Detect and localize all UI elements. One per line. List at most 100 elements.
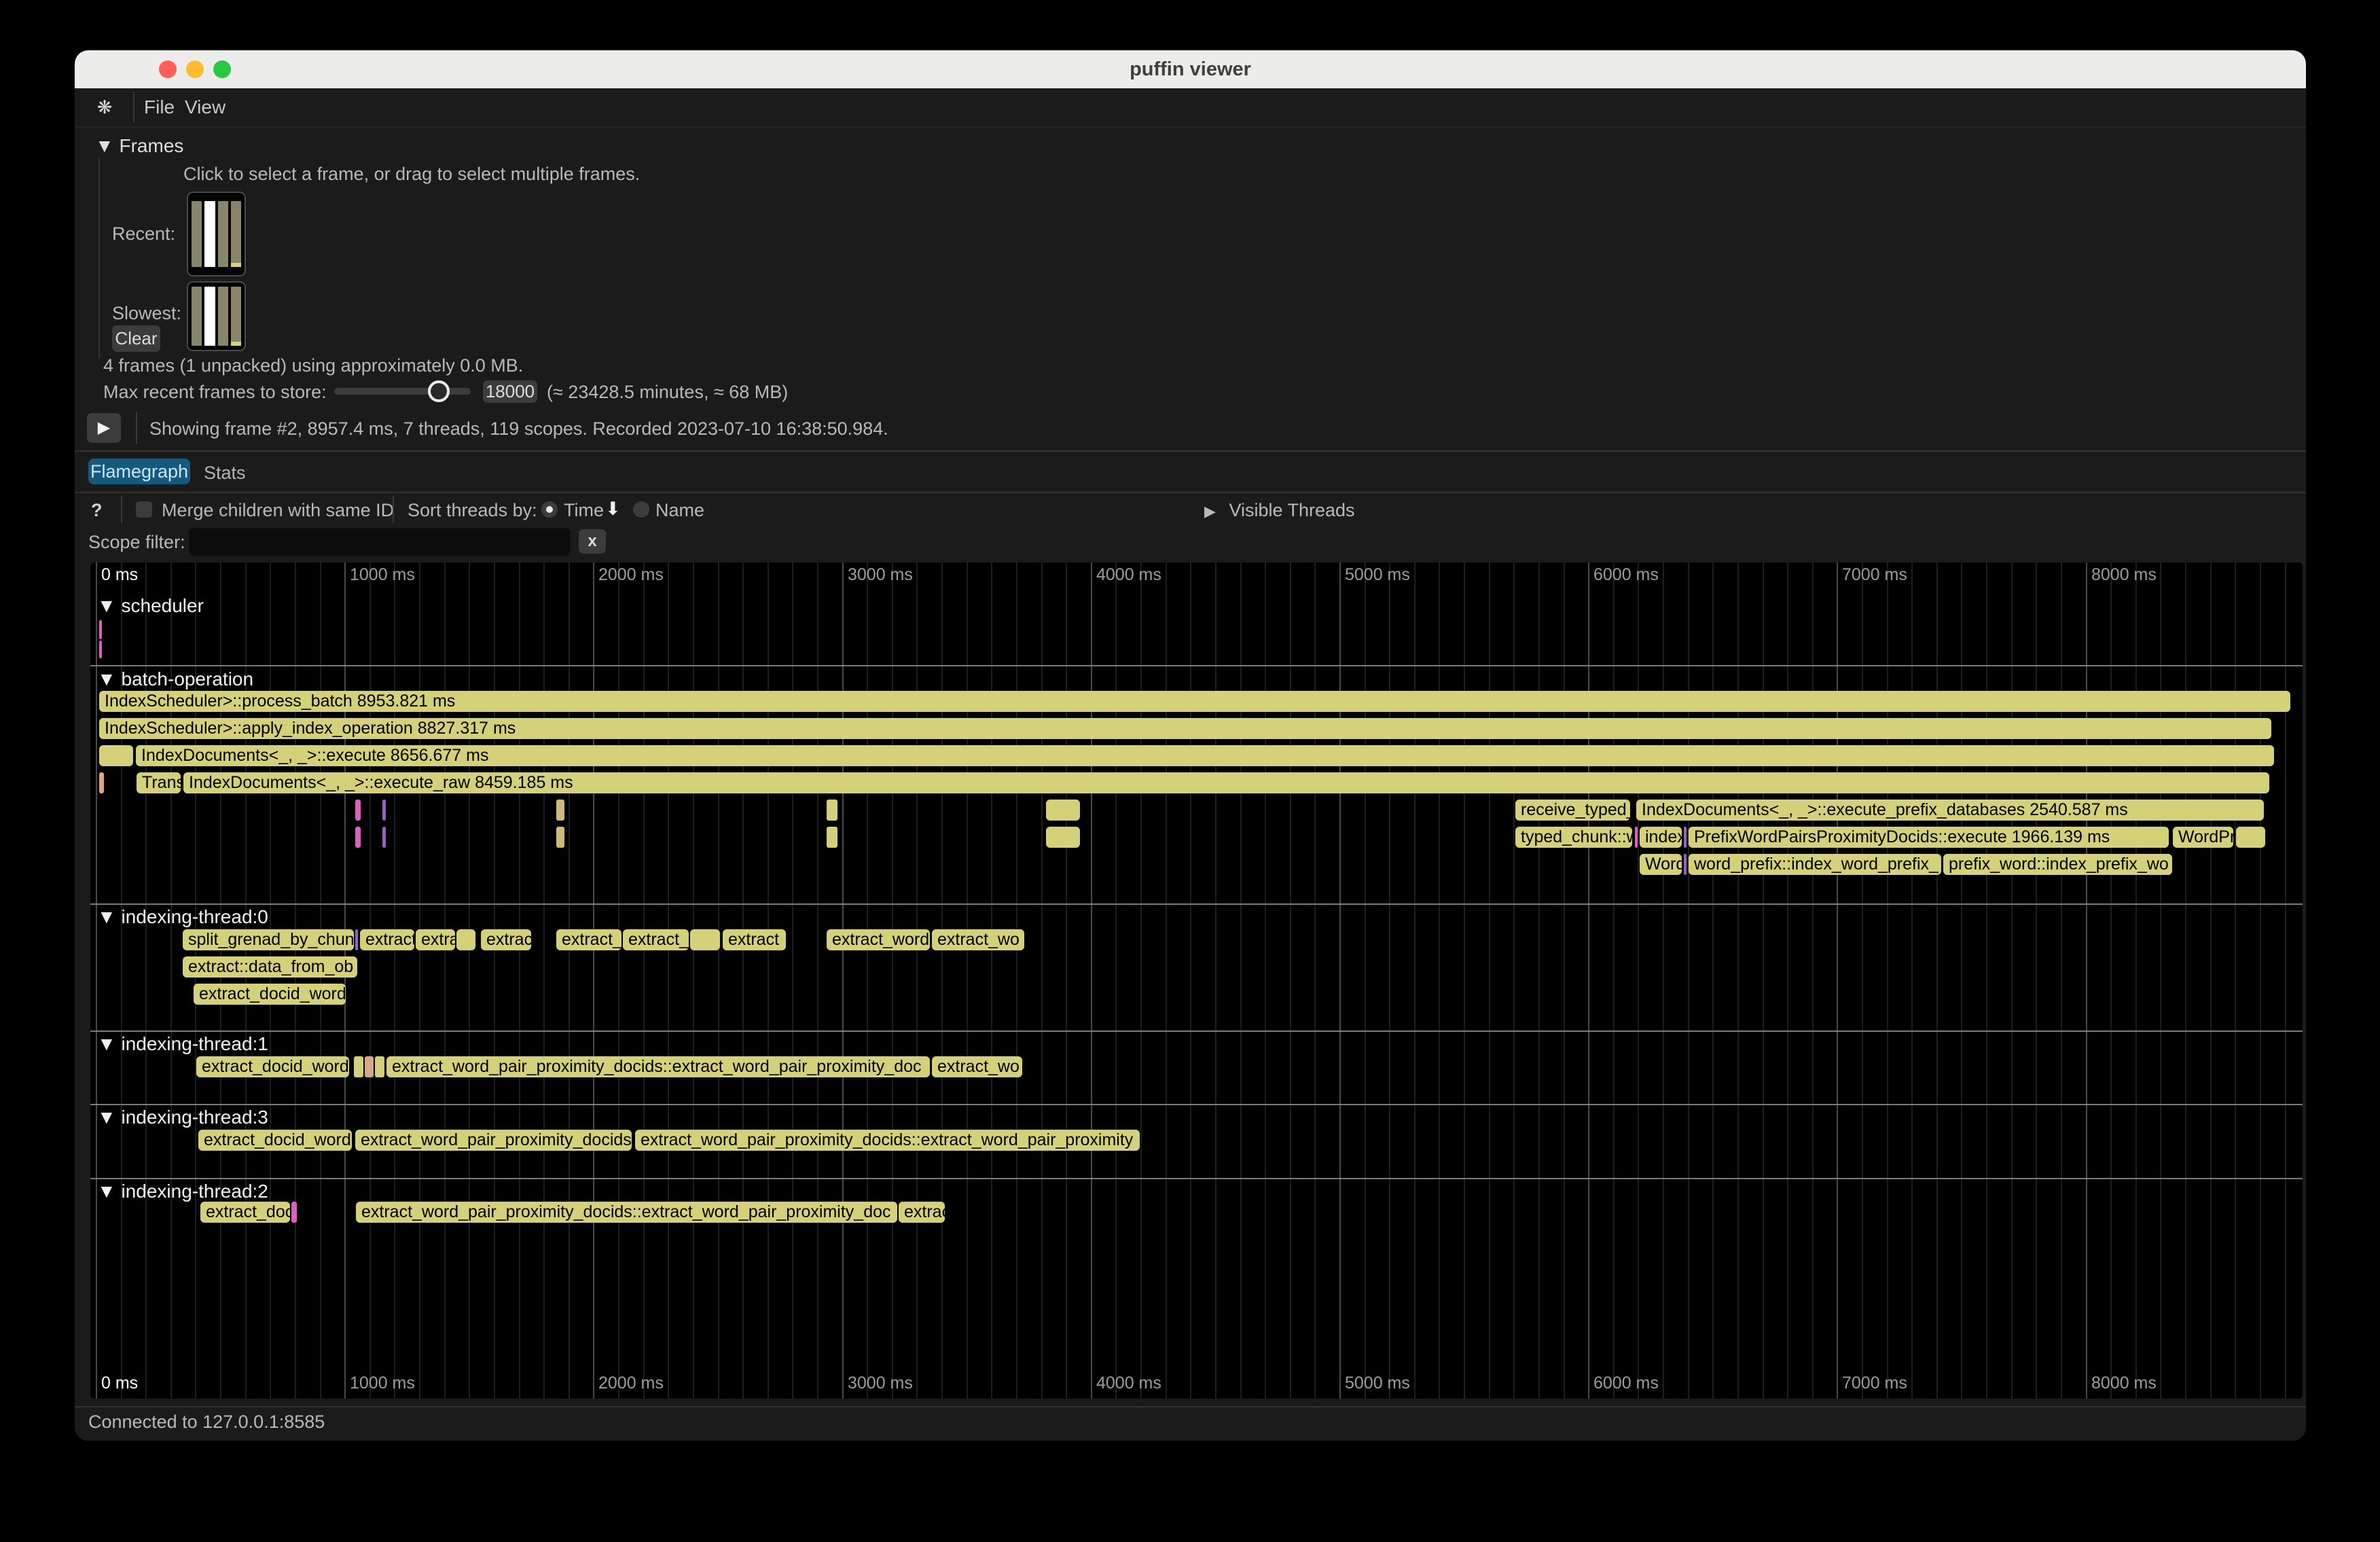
thread-group-header[interactable]: ▼ indexing-thread:0 xyxy=(97,906,268,928)
flame-scope-bar[interactable]: prefix_word::index_prefix_wo xyxy=(1943,854,2172,875)
flame-scope-bar[interactable]: IndexDocuments<_, _>::execute_prefix_dat… xyxy=(1636,800,2264,821)
flame-scope-bar[interactable] xyxy=(1635,827,1638,848)
minor-gridline xyxy=(270,562,271,1399)
flame-scope-bar[interactable]: extract_docid_word xyxy=(196,1056,349,1077)
flame-scope-bar[interactable]: extract xyxy=(723,929,786,950)
flame-scope-bar[interactable]: extract xyxy=(360,929,414,950)
flame-scope-bar[interactable]: PrefixWordPairsProximityDocids::execute … xyxy=(1689,827,2169,848)
sort-time-label: Time xyxy=(564,500,604,521)
scope-filter-input[interactable] xyxy=(189,528,571,556)
flame-scope-bar[interactable] xyxy=(827,827,837,848)
recent-frame-thumbnail[interactable] xyxy=(187,192,246,276)
flame-scope-bar[interactable]: extract_doc xyxy=(200,1202,290,1223)
flame-scope-bar[interactable] xyxy=(1046,800,1080,821)
axis-tick-label-top: 0 ms xyxy=(101,565,138,585)
flame-scope-bar[interactable] xyxy=(355,929,358,950)
thread-group-header[interactable]: ▼ scheduler xyxy=(97,595,204,617)
flame-scope-bar[interactable]: index xyxy=(1640,827,1682,848)
minor-gridline xyxy=(991,562,992,1399)
flame-scope-bar[interactable]: typed_chunk::w xyxy=(1515,827,1632,848)
flame-scope-bar[interactable] xyxy=(99,641,102,658)
flame-scope-bar[interactable] xyxy=(1684,854,1687,875)
thread-separator xyxy=(90,1104,2303,1105)
minor-gridline xyxy=(718,562,719,1399)
flame-scope-bar[interactable]: IndexDocuments<_, _>::execute 8656.677 m… xyxy=(136,745,2274,766)
flame-scope-bar[interactable] xyxy=(382,827,386,848)
flame-scope-bar[interactable]: IndexScheduler>::process_batch 8953.821 … xyxy=(99,691,2290,712)
flame-scope-bar[interactable] xyxy=(365,1056,374,1077)
flame-scope-bar[interactable]: extract_ xyxy=(556,929,621,950)
flame-scope-bar[interactable]: extract_wo xyxy=(932,1056,1022,1077)
minor-gridline xyxy=(1190,562,1191,1399)
flame-scope-bar[interactable]: Trans xyxy=(137,772,181,793)
max-frames-slider-knob[interactable] xyxy=(428,380,450,402)
sort-direction-icon[interactable]: ⬇ xyxy=(605,499,621,520)
sort-by-name-radio[interactable] xyxy=(633,501,649,518)
flame-scope-bar[interactable] xyxy=(1684,827,1687,848)
flame-scope-bar[interactable]: extract_word_pair_proximity_docids::extr… xyxy=(386,1056,930,1077)
thread-group-header[interactable]: ▼ indexing-thread:1 xyxy=(97,1033,268,1055)
merge-children-checkbox[interactable] xyxy=(136,501,152,518)
flame-scope-bar[interactable] xyxy=(355,827,361,848)
flame-scope-bar[interactable] xyxy=(2236,827,2265,848)
flame-scope-bar[interactable]: Word xyxy=(1640,854,1682,875)
flame-scope-bar[interactable] xyxy=(354,1056,363,1077)
theme-toggle-icon[interactable]: ❋ xyxy=(90,88,120,126)
flame-scope-bar[interactable] xyxy=(99,745,133,766)
help-button[interactable]: ? xyxy=(91,500,103,521)
flame-scope-bar[interactable] xyxy=(291,1202,297,1223)
flame-scope-bar[interactable]: extract_word_pair_proximity_docids xyxy=(355,1130,632,1151)
flame-scope-bar[interactable]: extract_ xyxy=(623,929,689,950)
flame-scope-bar[interactable]: extract_wo xyxy=(932,929,1024,950)
flame-scope-bar[interactable]: word_prefix::index_word_prefix_ xyxy=(1689,854,1941,875)
flame-scope-bar[interactable] xyxy=(456,929,475,950)
major-gridline xyxy=(1588,562,1589,1399)
play-button[interactable]: ▶ xyxy=(87,413,121,443)
flame-scope-bar[interactable]: WordPr xyxy=(2173,827,2233,848)
flame-scope-bar[interactable]: extract_docid_word xyxy=(198,1130,352,1151)
flame-scope-bar[interactable] xyxy=(375,1056,384,1077)
flame-scope-bar[interactable] xyxy=(355,800,361,821)
flame-scope-bar[interactable]: extract_word_pair_proximity_docids::extr… xyxy=(635,1130,1140,1151)
menu-view[interactable]: View xyxy=(185,88,226,126)
flame-scope-bar[interactable] xyxy=(99,772,104,793)
tab-stats[interactable]: Stats xyxy=(204,463,246,484)
visible-threads-header[interactable]: ▶ Visible Threads xyxy=(1204,500,1355,521)
flame-scope-bar[interactable] xyxy=(556,800,564,821)
max-frames-slider[interactable] xyxy=(334,388,471,395)
frames-section-header[interactable]: ▼ Frames xyxy=(95,135,183,157)
flame-scope-bar[interactable]: extra xyxy=(416,929,455,950)
flame-scope-bar[interactable] xyxy=(827,800,837,821)
minor-gridline xyxy=(1115,562,1117,1399)
minor-gridline xyxy=(1215,562,1216,1399)
menu-file[interactable]: File xyxy=(144,88,175,126)
thread-group-header[interactable]: ▼ batch-operation xyxy=(97,668,253,690)
flame-scope-bar[interactable]: IndexScheduler>::apply_index_operation 8… xyxy=(99,718,2271,739)
sort-by-time-radio[interactable] xyxy=(541,501,558,518)
flame-scope-bar[interactable] xyxy=(99,620,102,639)
axis-tick-label-bottom: 0 ms xyxy=(101,1374,138,1393)
minor-gridline xyxy=(2285,562,2286,1399)
flame-scope-bar[interactable]: extract_word xyxy=(827,929,930,950)
clear-button[interactable]: Clear xyxy=(112,325,160,352)
flame-scope-bar[interactable]: extract::data_from_ob xyxy=(183,956,357,978)
thread-group-header[interactable]: ▼ indexing-thread:3 xyxy=(97,1107,268,1128)
clear-filter-button[interactable]: x xyxy=(579,529,606,554)
flame-scope-bar[interactable]: extract_word_pair_proximity_docids::extr… xyxy=(356,1202,897,1223)
max-frames-value[interactable]: 18000 xyxy=(483,380,537,403)
thread-group-header[interactable]: ▼ indexing-thread:2 xyxy=(97,1181,268,1202)
flame-scope-bar[interactable]: IndexDocuments<_, _>::execute_raw 8459.1… xyxy=(183,772,2269,793)
flame-scope-bar[interactable] xyxy=(556,827,564,848)
flame-scope-bar[interactable] xyxy=(382,800,386,821)
flame-scope-bar[interactable] xyxy=(1046,827,1080,848)
flame-scope-bar[interactable]: receive_typed_ xyxy=(1515,800,1630,821)
tab-flamegraph[interactable]: Flamegraph xyxy=(88,459,190,484)
flamegraph-canvas[interactable]: 0 ms0 ms1000 ms1000 ms2000 ms2000 ms3000… xyxy=(90,562,2303,1399)
flame-scope-bar[interactable]: split_grenad_by_chun xyxy=(183,929,354,950)
flame-scope-bar[interactable]: extrac xyxy=(899,1202,945,1223)
flame-scope-bar[interactable]: extrac xyxy=(481,929,531,950)
flame-scope-bar[interactable] xyxy=(690,929,720,950)
frame-thumbnail-bar xyxy=(218,287,228,346)
slowest-frame-thumbnail[interactable] xyxy=(187,281,246,351)
flame-scope-bar[interactable]: extract_docid_word xyxy=(194,984,346,1005)
